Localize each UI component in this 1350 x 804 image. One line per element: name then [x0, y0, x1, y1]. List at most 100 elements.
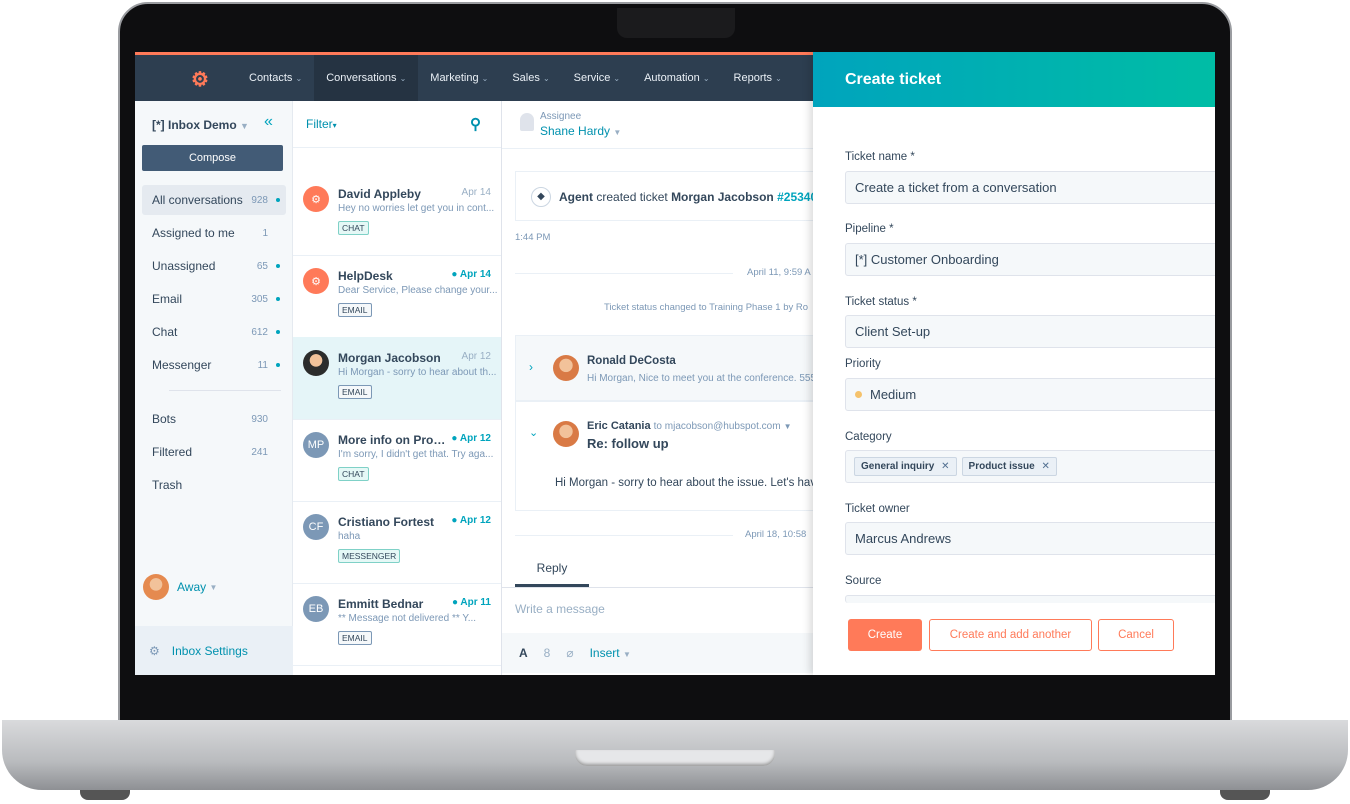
- cancel-button[interactable]: Cancel: [1098, 619, 1174, 651]
- nav-automation[interactable]: Automation ⌄: [632, 55, 721, 101]
- unread-dot-icon: [276, 297, 280, 301]
- collapsed-email-ronald[interactable]: › Ronald DeCosta Hi Morgan, Nice to meet…: [515, 335, 825, 401]
- conversation-thread: Assignee Shane Hardy ▼ ◆ Agent created t…: [502, 101, 830, 675]
- message-preview: ** Message not delivered ** Y...: [338, 613, 477, 624]
- laptop-foot: [1220, 790, 1270, 800]
- search-icon[interactable]: ⚲: [470, 115, 481, 133]
- pipeline-select[interactable]: [*] Customer Onboarding: [845, 243, 1215, 276]
- create-button[interactable]: Create: [848, 619, 922, 651]
- event-contact: Morgan Jacobson: [671, 190, 774, 204]
- nav-reports[interactable]: Reports ⌄: [722, 55, 794, 101]
- sidebar-item-bots[interactable]: Bots 930: [142, 404, 286, 434]
- divider: [502, 148, 813, 149]
- sidebar-item-all-conversations[interactable]: All conversations 928: [142, 185, 286, 215]
- date-text: Apr 11: [460, 597, 491, 608]
- nav-sales[interactable]: Sales ⌄: [500, 55, 561, 101]
- sidebar-item-label: Chat: [152, 325, 178, 339]
- category-chip: Product issue ✕: [961, 457, 1057, 476]
- ticket-name-input[interactable]: Create a ticket from a conversation: [845, 171, 1215, 204]
- ticket-status-label: Ticket status *: [845, 296, 917, 308]
- panel-title: Create ticket: [813, 52, 1215, 107]
- conversation-item[interactable]: EB Emmitt Bednar ● Apr 11 ** Message not de…: [293, 583, 501, 666]
- contact-name: Morgan Jacobson: [338, 351, 441, 365]
- message-preview: Hi Morgan, Nice to meet you at the confe…: [587, 373, 817, 384]
- reply-tab[interactable]: Reply: [515, 551, 589, 587]
- ticket-icon: ◆: [531, 187, 551, 207]
- sidebar-item-filtered[interactable]: Filtered 241: [142, 437, 286, 467]
- ticket-status-select[interactable]: Client Set-up: [845, 315, 1215, 348]
- remove-chip-icon[interactable]: ✕: [941, 461, 949, 472]
- contact-avatar: EB: [303, 596, 329, 622]
- chip-label: Product issue: [968, 461, 1035, 472]
- chevron-down-icon[interactable]: ⌄: [529, 426, 538, 439]
- eric-avatar: [553, 421, 579, 447]
- availability-toggle[interactable]: Away ▼: [143, 574, 217, 600]
- channel-tag: CHAT: [338, 221, 369, 235]
- contact-name: Emmitt Bednar: [338, 597, 424, 611]
- conversation-date: ● Apr 12: [451, 433, 491, 444]
- chevron-down-icon: ⌄: [702, 73, 710, 83]
- sidebar-item-email[interactable]: Email 305: [142, 284, 286, 314]
- conversation-item[interactable]: CF Cristiano Fortest ● Apr 12 haha MESSENGER: [293, 501, 501, 584]
- sidebar-item-count: 305: [251, 293, 268, 305]
- nav-marketing[interactable]: Marketing ⌄: [418, 55, 500, 101]
- message-preview: I'm sorry, I didn't get that. Try aga...: [338, 449, 494, 460]
- collapse-sidebar-icon[interactable]: «: [264, 113, 273, 131]
- priority-select[interactable]: Medium: [845, 378, 1215, 411]
- category-multiselect[interactable]: General inquiry ✕ Product issue ✕: [845, 450, 1215, 483]
- sidebar-item-unassigned[interactable]: Unassigned 65: [142, 251, 286, 281]
- message-preview: Dear Service, Please change your...: [338, 285, 498, 296]
- source-label: Source: [845, 575, 882, 587]
- caret-down-icon: ▼: [240, 121, 249, 131]
- attachment-icon[interactable]: ⌀: [566, 646, 573, 660]
- nav-conversations[interactable]: Conversations ⌄: [314, 55, 419, 101]
- nav-contacts[interactable]: Contacts ⌄: [237, 55, 314, 101]
- remove-chip-icon[interactable]: ✕: [1041, 461, 1049, 472]
- conversation-date: Apr 14: [462, 187, 491, 198]
- sender-name: Ronald DeCosta: [587, 355, 676, 367]
- sender-name: Eric Catania: [587, 420, 651, 432]
- sidebar-item-messenger[interactable]: Messenger 11: [142, 350, 286, 380]
- inbox-name: [*] Inbox Demo: [152, 118, 237, 132]
- filter-dropdown[interactable]: Filter▾: [306, 117, 337, 131]
- conversation-item[interactable]: ⚙ HelpDesk ● Apr 14 Dear Service, Please ch…: [293, 255, 501, 338]
- hubspot-logo-icon[interactable]: ⚙: [189, 67, 211, 91]
- caret-down-icon[interactable]: ▼: [784, 422, 792, 431]
- conversation-item[interactable]: Morgan Jacobson Apr 12 Hi Morgan - sorry t…: [293, 337, 501, 420]
- settings-label: Inbox Settings: [171, 643, 248, 658]
- contact-avatar: ⚙: [303, 186, 329, 212]
- inbox-settings-link[interactable]: ⚙ Inbox Settings: [135, 626, 293, 675]
- sidebar-item-count: 1: [262, 227, 268, 239]
- inbox-selector[interactable]: [*] Inbox Demo ▼: [152, 118, 249, 132]
- create-and-add-another-button[interactable]: Create and add another: [929, 619, 1092, 651]
- chevron-right-icon[interactable]: ›: [529, 360, 533, 374]
- nav-label: Conversations: [326, 72, 397, 84]
- date-text: Apr 14: [459, 269, 491, 280]
- insert-dropdown[interactable]: Insert ▼: [590, 646, 631, 660]
- assignee-label: Assignee: [540, 111, 582, 122]
- ticket-event-card: ◆ Agent created ticket Morgan Jacobson #…: [515, 171, 830, 221]
- contact-name: David Appleby: [338, 187, 421, 201]
- conversation-item[interactable]: MP More info on Produ... ● Apr 12 I'm sorry…: [293, 419, 501, 502]
- avatar-initials: MP: [307, 439, 325, 451]
- sidebar-item-assigned-to-me[interactable]: Assigned to me 1: [142, 218, 286, 248]
- link-icon[interactable]: 8: [544, 646, 551, 660]
- nav-service[interactable]: Service ⌄: [562, 55, 632, 101]
- message-input[interactable]: Write a message: [502, 587, 813, 633]
- assignee-dropdown[interactable]: Shane Hardy ▼: [540, 124, 621, 138]
- screen: ⚙ Contacts ⌄ Conversations ⌄ Marketing ⌄ Sa…: [135, 52, 1215, 675]
- text-format-icon[interactable]: A: [519, 646, 528, 660]
- compose-button[interactable]: Compose: [142, 145, 283, 171]
- sidebar-item-count: 241: [251, 446, 268, 458]
- message-preview: haha: [338, 531, 361, 542]
- camera-notch: [617, 8, 735, 38]
- sidebar-item-label: Email: [152, 292, 183, 306]
- filter-label: Filter: [306, 117, 333, 131]
- ticket-owner-select[interactable]: Marcus Andrews: [845, 522, 1215, 555]
- source-select[interactable]: [845, 595, 1215, 603]
- sidebar-item-trash[interactable]: Trash: [142, 470, 286, 500]
- sidebar-item-chat[interactable]: Chat 612: [142, 317, 286, 347]
- conversation-item[interactable]: ⚙ David Appleby Apr 14 Hey no worries let g…: [293, 173, 501, 256]
- sidebar-item-label: Filtered: [152, 445, 193, 459]
- sidebar-item-label: All conversations: [152, 193, 243, 207]
